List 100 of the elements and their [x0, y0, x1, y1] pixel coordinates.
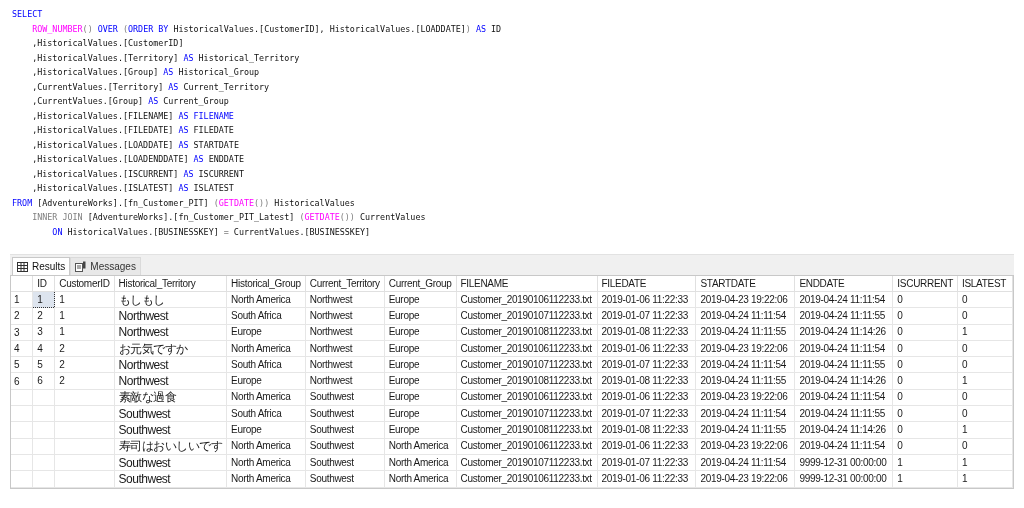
table-cell: Northwest — [305, 340, 385, 357]
column-header[interactable]: Current_Group — [384, 276, 457, 292]
column-header[interactable]: FILENAME — [456, 276, 597, 292]
code-line: ,HistoricalValues.[Territory] AS Historical_Territory — [31, 51, 301, 65]
table-cell: 2 — [54, 340, 115, 357]
row-number[interactable]: 6 — [11, 373, 33, 390]
table-cell: 0 — [957, 340, 1013, 357]
table-cell: 0 — [957, 438, 1013, 455]
table-cell: Customer_20190106112233.txt — [456, 438, 597, 455]
column-header[interactable]: ID — [32, 276, 55, 292]
table-cell: 2019-04-23 19:22:06 — [695, 470, 795, 488]
table-cell: Northwest — [114, 307, 227, 325]
table-cell: 1 — [54, 291, 115, 308]
table-cell: Europe — [384, 373, 457, 390]
table-cell: Southwest — [114, 421, 227, 439]
table-cell: もしもし — [114, 291, 227, 308]
table-cell: Europe — [384, 405, 457, 422]
table-cell: 0 — [892, 373, 958, 390]
table-cell: 2019-04-24 11:11:55 — [695, 324, 795, 341]
table-cell: 6 — [32, 373, 55, 390]
column-header[interactable]: CustomerID — [54, 276, 115, 292]
table-cell: お元気ですか — [114, 340, 227, 357]
table-cell: Southwest — [305, 421, 385, 439]
table-cell: Southwest — [305, 470, 385, 488]
table-cell: 2019-01-06 11:22:33 — [597, 389, 696, 406]
column-header[interactable]: ISCURRENT — [892, 276, 958, 292]
table-cell: North America — [384, 454, 457, 471]
table-cell: 0 — [892, 324, 958, 341]
code-line: ,HistoricalValues.[LOADENDDATE] AS ENDDATE — [31, 153, 245, 166]
table-cell: Customer_20190108112233.txt — [456, 421, 597, 439]
column-header[interactable]: ISLATEST — [957, 276, 1013, 292]
table-cell: 2019-01-08 11:22:33 — [597, 324, 696, 341]
table-cell: 2 — [32, 307, 55, 325]
row-number[interactable]: 5 — [11, 356, 33, 373]
table-cell: Customer_20190107112233.txt — [456, 356, 597, 373]
column-header[interactable]: Historical_Group — [226, 276, 306, 292]
results-tab[interactable]: Messages — [70, 257, 141, 275]
table-cell: 2019-04-24 11:11:54 — [794, 438, 893, 455]
table-cell: 0 — [957, 291, 1013, 308]
table-cell: Northwest — [114, 373, 227, 390]
table-cell: 2 — [54, 373, 115, 390]
table-cell: Europe — [226, 324, 306, 341]
code-line: ,HistoricalValues.[LOADDATE] AS STARTDATE — [31, 138, 240, 152]
code-line: ROW_NUMBER() OVER (ORDER BY HistoricalValues.[CustomerID], HistoricalValues.[LOADDATE]) AS ID — [31, 22, 503, 36]
table-cell: Customer_20190108112233.txt — [456, 373, 597, 390]
table-cell: 5 — [32, 356, 55, 373]
table-cell: Northwest — [305, 356, 385, 373]
table-cell: 2019-04-24 11:11:55 — [695, 373, 795, 390]
table-cell: North America — [384, 470, 457, 488]
table-cell: Europe — [384, 340, 457, 357]
row-number[interactable]: 1 — [11, 291, 33, 308]
table-cell: North America — [384, 438, 457, 455]
table-cell: 2019-04-24 11:11:54 — [695, 405, 795, 422]
table-cell: 0 — [892, 291, 958, 308]
code-line: INNER JOIN [AdventureWorks].[fn_Customer_PIT_Latest] (GETDATE()) CurrentValues — [31, 211, 427, 224]
table-cell: 9999-12-31 00:00:00 — [794, 454, 893, 471]
table-cell: 2019-04-24 11:11:54 — [695, 454, 795, 471]
table-cell: 2019-01-08 11:22:33 — [597, 373, 696, 390]
code-line: ,HistoricalValues.[ISCURRENT] AS ISCURRENT — [31, 167, 245, 181]
table-cell: 2019-04-23 19:22:06 — [695, 291, 795, 308]
table-cell: Europe — [226, 421, 306, 439]
table-cell: 0 — [892, 389, 958, 406]
table-cell: 0 — [957, 405, 1013, 422]
table-cell: Northwest — [305, 291, 385, 308]
table-cell: Southwest — [305, 405, 385, 422]
table-cell: Europe — [384, 421, 457, 439]
table-cell: Northwest — [114, 324, 227, 341]
row-number[interactable]: 3 — [11, 324, 33, 341]
column-header[interactable]: STARTDATE — [695, 276, 795, 292]
code-line: SELECT — [12, 8, 44, 21]
table-cell: Southwest — [114, 454, 227, 471]
table-cell: 2019-04-24 11:11:55 — [794, 356, 893, 373]
table-cell: 1 — [892, 470, 958, 488]
table-cell: North America — [226, 438, 306, 455]
table-cell: North America — [226, 470, 306, 488]
column-header[interactable]: Historical_Territory — [114, 276, 227, 292]
table-cell: Europe — [384, 356, 457, 373]
row-number[interactable]: 4 — [11, 340, 33, 357]
table-cell: 素敵な過食 — [114, 389, 227, 406]
table-cell: Customer_20190106112233.txt — [456, 291, 597, 308]
code-line: ON HistoricalValues.[BUSINESSKEY] = CurrentValues.[BUSINESSKEY] — [51, 225, 371, 239]
table-cell: Northwest — [305, 373, 385, 390]
table-cell: 3 — [32, 324, 55, 341]
table-cell: 2019-01-07 11:22:33 — [597, 454, 696, 471]
code-line: ,CurrentValues.[Group] AS Current_Group — [31, 95, 230, 108]
table-cell: 2019-04-24 11:11:55 — [794, 307, 893, 325]
document-icon — [75, 261, 87, 272]
code-line: FROM [AdventureWorks].[fn_Customer_PIT] (GETDATE()) HistoricalValues — [12, 196, 356, 210]
table-cell: Customer_20190108112233.txt — [456, 324, 597, 341]
table-cell: 1 — [957, 470, 1013, 488]
row-number[interactable]: 2 — [11, 307, 33, 325]
column-header[interactable]: FILEDATE — [597, 276, 696, 292]
table-cell: 2 — [54, 356, 115, 373]
column-header[interactable]: Current_Territory — [305, 276, 385, 292]
table-cell: Europe — [384, 324, 457, 341]
table-cell: 2019-01-07 11:22:33 — [597, 307, 696, 325]
table-cell: 2019-04-24 11:11:55 — [695, 421, 795, 439]
table-cell: 1 — [892, 454, 958, 471]
column-header[interactable]: ENDDATE — [794, 276, 893, 292]
results-tab[interactable]: Results — [12, 257, 71, 275]
